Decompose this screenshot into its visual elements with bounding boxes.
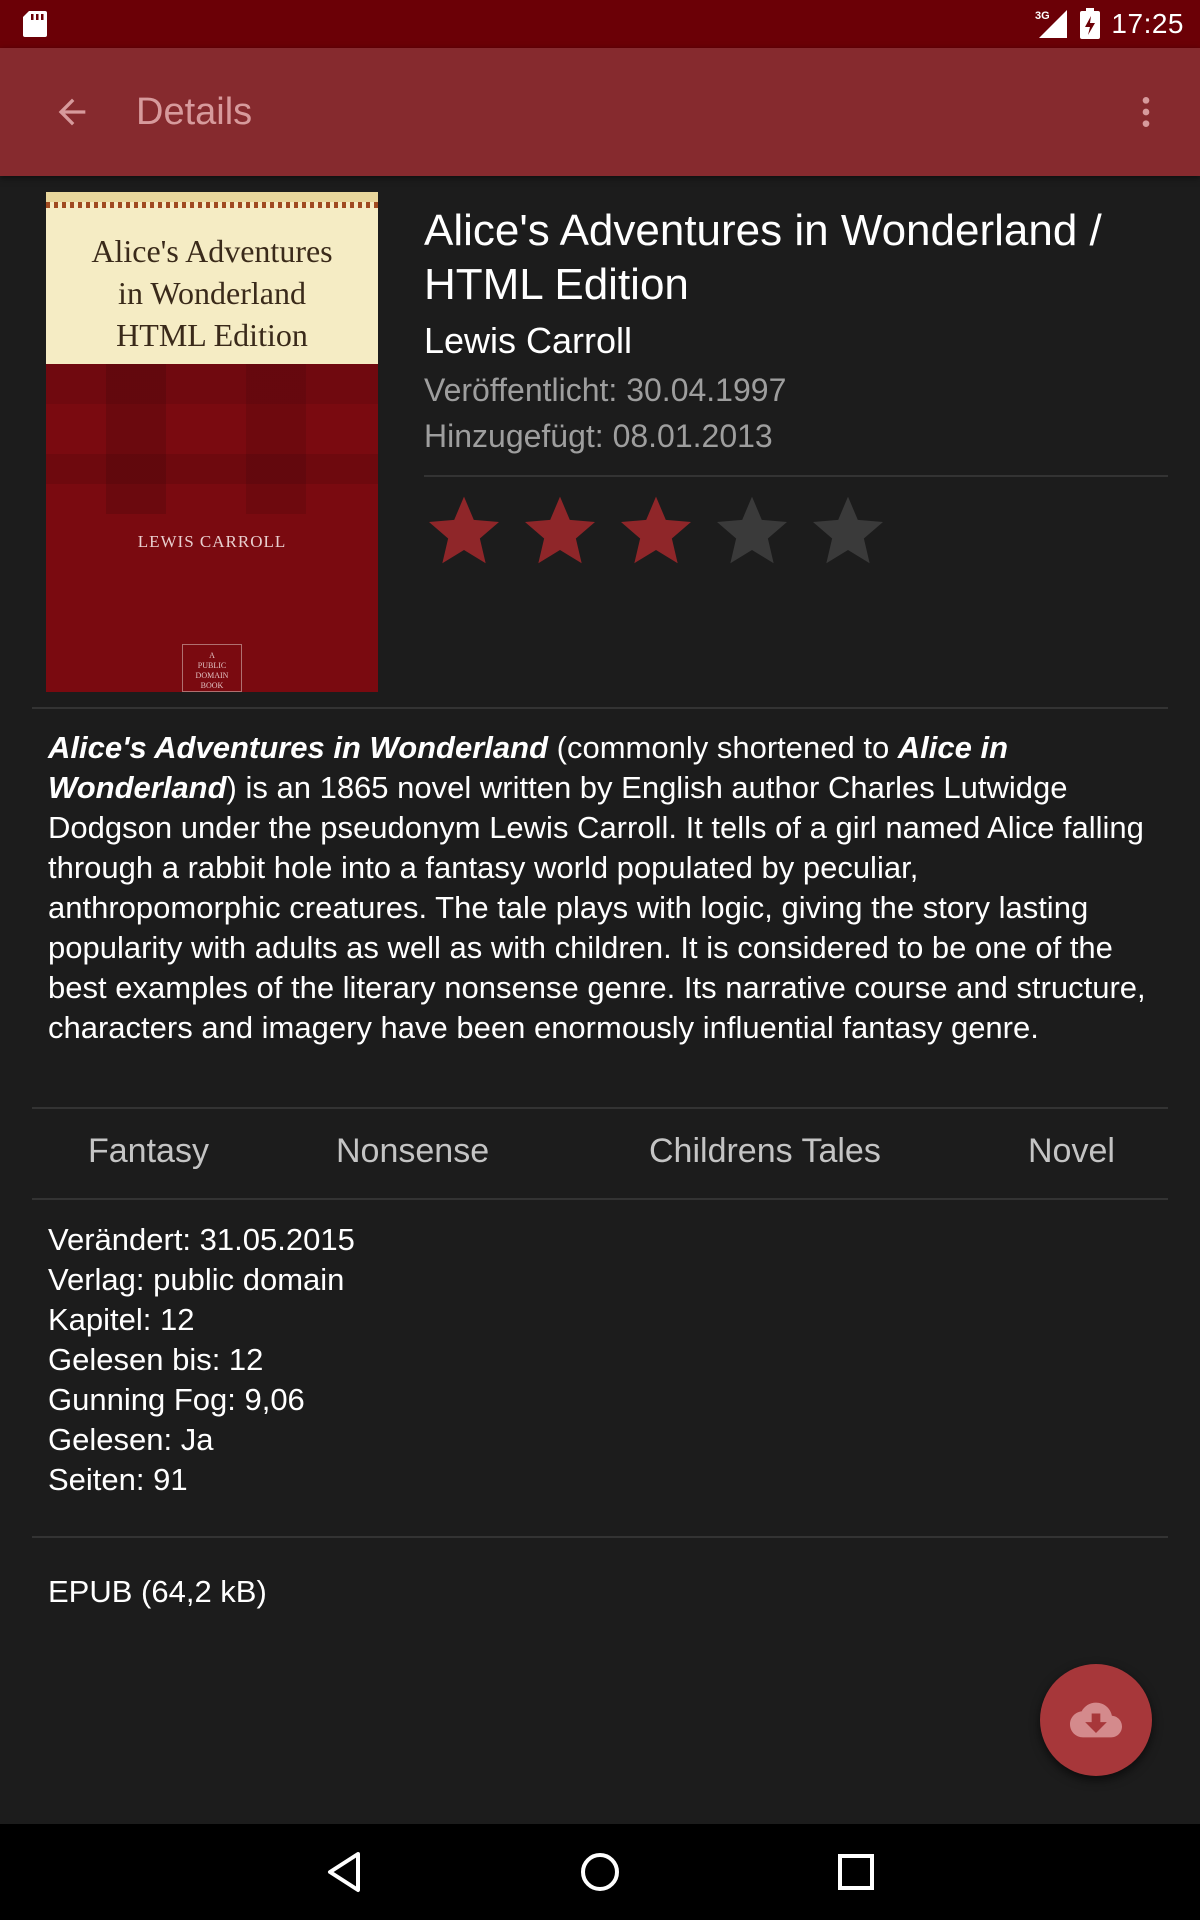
sd-card-icon (23, 11, 47, 37)
navigation-bar (0, 1824, 1200, 1920)
cover-author-text: LEWIS CARROLL (137, 532, 287, 551)
nav-recents-icon (838, 1854, 874, 1890)
book-author: Lewis Carroll (424, 320, 633, 361)
cover-divider (32, 707, 1168, 709)
meta-gunning-fog: Gunning Fog: 9,06 (48, 1382, 305, 1417)
meta-chapters: Kapitel: 12 (48, 1302, 195, 1337)
book-metadata: Verändert: 31.05.2015 Verlag: public dom… (48, 1220, 355, 1500)
tag-childrens-tales[interactable]: Childrens Tales (649, 1132, 881, 1171)
overflow-menu-button[interactable] (1110, 76, 1182, 148)
cloud-download-icon (1070, 1702, 1122, 1738)
status-icons: 3G 17:25 (1035, 8, 1184, 40)
star-filled-icon[interactable] (424, 490, 504, 570)
back-button[interactable] (36, 76, 108, 148)
description-part2: ) is an 1865 novel written by English au… (48, 770, 1146, 1045)
download-button[interactable] (1040, 1664, 1152, 1776)
nav-back-button[interactable] (314, 1844, 374, 1900)
meta-pages: Seiten: 91 (48, 1462, 188, 1497)
cover-ornament (46, 202, 378, 208)
network-label: 3G (1035, 10, 1050, 22)
header-divider (424, 475, 1168, 477)
file-format-item[interactable]: EPUB (64,2 kB) (48, 1574, 267, 1610)
arrow-back-icon (58, 98, 86, 126)
nav-home-icon (581, 1853, 619, 1891)
more-vert-icon (1142, 97, 1150, 127)
published-date: Veröffentlicht: 30.04.1997 (424, 372, 787, 408)
cover-title-text: Alice's Adventures in Wonderland HTML Ed… (91, 233, 333, 353)
nav-back-icon (328, 1852, 360, 1892)
status-time: 17:25 (1111, 8, 1184, 39)
cover-pattern (46, 364, 378, 514)
star-empty-icon[interactable] (808, 490, 888, 570)
tag-row: Fantasy Nonsense Childrens Tales Novel (34, 1110, 1168, 1198)
cell-signal-icon: 3G (1035, 10, 1068, 38)
nav-home-button[interactable] (570, 1844, 630, 1900)
tag-fantasy[interactable]: Fantasy (88, 1132, 209, 1171)
book-description: Alice's Adventures in Wonderland (common… (48, 728, 1158, 1048)
battery-charging-icon (1080, 8, 1101, 39)
tags-divider (32, 1198, 1168, 1200)
tag-nonsense[interactable]: Nonsense (336, 1132, 489, 1171)
book-cover: Alice's Adventures in Wonderland HTML Ed… (46, 192, 378, 692)
description-part1: (commonly shortened to (548, 730, 898, 765)
meta-divider (32, 1536, 1168, 1538)
app-bar: Details (0, 48, 1200, 176)
star-filled-icon[interactable] (616, 490, 696, 570)
description-title: Alice's Adventures in Wonderland (48, 730, 549, 765)
tag-novel[interactable]: Novel (1028, 1132, 1115, 1171)
rating-bar[interactable] (424, 490, 888, 570)
description-divider (32, 1107, 1168, 1109)
cover-badge: A PUBLIC DOMAIN BOOK (182, 644, 242, 692)
star-filled-icon[interactable] (520, 490, 600, 570)
status-bar: 3G 17:25 (0, 0, 1200, 48)
nav-recents-button[interactable] (826, 1844, 886, 1900)
page-title: Details (136, 90, 253, 133)
meta-read-until: Gelesen bis: 12 (48, 1342, 264, 1377)
book-title: Alice's Adventures in Wonderland / HTML … (424, 206, 1102, 309)
meta-read: Gelesen: Ja (48, 1422, 214, 1457)
meta-publisher: Verlag: public domain (48, 1262, 345, 1297)
added-date: Hinzugefügt: 08.01.2013 (424, 418, 773, 454)
meta-modified: Verändert: 31.05.2015 (48, 1222, 355, 1257)
star-empty-icon[interactable] (712, 490, 792, 570)
